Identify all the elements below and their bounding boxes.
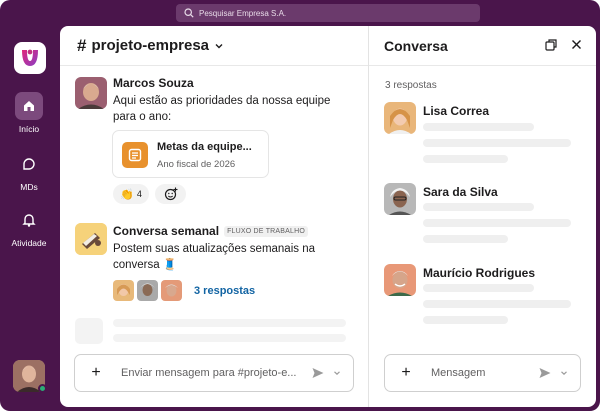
dm-icon bbox=[15, 150, 43, 178]
reply-count: 3 respostas bbox=[385, 80, 437, 91]
add-emoji-icon bbox=[164, 187, 177, 201]
workspace-logo-icon bbox=[22, 49, 38, 66]
message-text: Postem suas atualizações semanais na con… bbox=[113, 243, 315, 271]
author-avatar[interactable] bbox=[75, 77, 107, 109]
rail-item-label: Atividade bbox=[11, 238, 47, 248]
skeleton-line bbox=[423, 203, 534, 211]
close-icon[interactable] bbox=[571, 39, 582, 50]
skeleton-line bbox=[423, 235, 508, 243]
skeleton-line bbox=[423, 219, 571, 227]
thread-panel: Conversa 3 respostas Lisa Correa Sara da… bbox=[369, 26, 596, 407]
send-icon[interactable] bbox=[538, 366, 552, 380]
channel-header[interactable]: # projeto-empresa bbox=[60, 26, 368, 66]
message-author[interactable]: Conversa semanal bbox=[113, 224, 219, 238]
reply-author[interactable]: Lisa Correa bbox=[423, 104, 489, 118]
skeleton-line bbox=[423, 284, 534, 292]
reply-avatars[interactable] bbox=[113, 280, 183, 302]
composer-placeholder: Mensagem bbox=[431, 367, 486, 379]
thread-header: Conversa bbox=[369, 26, 596, 66]
message-composer[interactable]: + Enviar mensagem para #projeto-e... bbox=[74, 354, 354, 392]
channel-name: projeto-empresa bbox=[91, 37, 210, 54]
reply-avatar[interactable] bbox=[384, 102, 416, 134]
canvas-card[interactable]: Metas da equipe... Ano fiscal de 2026 bbox=[112, 130, 269, 178]
skeleton-line bbox=[423, 155, 508, 163]
card-title: Metas da equipe... bbox=[157, 141, 252, 153]
plus-icon[interactable]: + bbox=[395, 364, 417, 382]
reaction-count: 4 bbox=[136, 189, 142, 199]
skeleton-avatar bbox=[75, 318, 103, 344]
send-icon[interactable] bbox=[311, 366, 325, 380]
workflow-avatar[interactable] bbox=[75, 223, 107, 255]
reply-avatar[interactable] bbox=[384, 183, 416, 215]
chevron-down-icon[interactable] bbox=[333, 369, 341, 377]
reaction-clap[interactable]: 👏 4 bbox=[113, 184, 149, 204]
thread-replies-link[interactable]: 3 respostas bbox=[194, 285, 255, 297]
home-icon bbox=[15, 92, 43, 120]
reply-avatar[interactable] bbox=[384, 264, 416, 296]
top-bar: Pesquisar Empresa S.A. bbox=[0, 0, 600, 26]
clap-emoji: 👏 bbox=[120, 188, 134, 201]
open-in-window-icon[interactable] bbox=[545, 39, 557, 51]
channel-panel: # projeto-empresa Marcos Souza Aqui estã… bbox=[60, 26, 368, 407]
app-window: Pesquisar Empresa S.A. Início MDs Ativid… bbox=[0, 0, 600, 411]
skeleton-line bbox=[423, 300, 571, 308]
bell-icon bbox=[15, 206, 43, 234]
chevron-down-icon[interactable] bbox=[560, 369, 568, 377]
workflow-tag: FLUXO DE TRABALHO bbox=[224, 226, 309, 237]
rail-item-mds[interactable]: MDs bbox=[0, 150, 58, 192]
chevron-down-icon bbox=[215, 43, 223, 48]
search-input[interactable]: Pesquisar Empresa S.A. bbox=[176, 4, 480, 22]
skeleton-line bbox=[423, 123, 534, 131]
plus-icon[interactable]: + bbox=[85, 364, 107, 382]
rail-item-atividade[interactable]: Atividade bbox=[0, 206, 58, 248]
workspace-logo[interactable] bbox=[14, 42, 46, 74]
search-icon bbox=[184, 8, 194, 18]
canvas-icon bbox=[122, 142, 148, 168]
rail-item-label: MDs bbox=[20, 182, 38, 192]
search-placeholder: Pesquisar Empresa S.A. bbox=[199, 8, 287, 18]
message-author[interactable]: Marcos Souza bbox=[113, 76, 194, 90]
reply-author[interactable]: Sara da Silva bbox=[423, 185, 498, 199]
skeleton-line bbox=[423, 316, 508, 324]
skeleton-line bbox=[423, 139, 571, 147]
left-rail: Início MDs Atividade bbox=[0, 26, 58, 411]
thread-title: Conversa bbox=[384, 37, 448, 54]
skeleton-line bbox=[113, 334, 346, 342]
card-subtitle: Ano fiscal de 2026 bbox=[157, 159, 236, 170]
skeleton-line bbox=[113, 319, 346, 327]
channel-hash: # bbox=[77, 35, 87, 55]
reply-author[interactable]: Maurício Rodrigues bbox=[423, 266, 535, 280]
composer-placeholder: Enviar mensagem para #projeto-e... bbox=[121, 367, 297, 379]
message-text: Aqui estão as prioridades da nossa equip… bbox=[113, 95, 331, 123]
rail-item-label: Início bbox=[18, 124, 40, 134]
presence-indicator bbox=[38, 384, 47, 393]
rail-item-inicio[interactable]: Início bbox=[0, 92, 58, 134]
add-reaction-button[interactable] bbox=[155, 184, 186, 204]
thread-composer[interactable]: + Mensagem bbox=[384, 354, 581, 392]
